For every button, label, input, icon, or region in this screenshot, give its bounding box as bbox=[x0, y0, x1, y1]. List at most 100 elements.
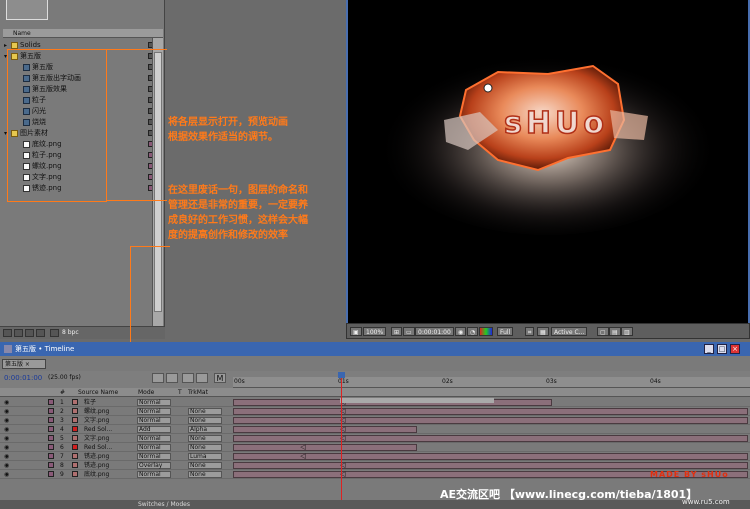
layer-label-swatch[interactable] bbox=[48, 462, 54, 468]
timeline-layer-row[interactable]: ◉ 8 锈迹.png Overlay None ◁ bbox=[0, 461, 750, 470]
close-button[interactable]: × bbox=[730, 344, 740, 354]
layer-label-swatch[interactable] bbox=[48, 417, 54, 423]
blend-mode-select[interactable]: Normal bbox=[137, 435, 171, 442]
new-comp-icon[interactable] bbox=[25, 329, 34, 337]
layer-name[interactable]: Red Sol... bbox=[84, 425, 112, 434]
layer-label-swatch[interactable] bbox=[48, 408, 54, 414]
draft-3d-icon[interactable] bbox=[166, 373, 178, 383]
bit-depth-icon[interactable] bbox=[50, 329, 59, 337]
zoom-select[interactable]: 100% bbox=[363, 327, 387, 336]
fast-previews-icon[interactable]: ▥ bbox=[621, 327, 633, 336]
layer-duration-bar[interactable] bbox=[233, 444, 418, 451]
track-matte-select[interactable]: None bbox=[188, 462, 222, 469]
show-snapshot-icon[interactable]: ◔ bbox=[467, 327, 479, 336]
safe-zones-icon[interactable]: ⊞ bbox=[391, 327, 403, 336]
layer-name[interactable]: 粒子 bbox=[84, 398, 96, 407]
channel-icon[interactable] bbox=[479, 327, 493, 336]
visibility-eye-icon[interactable]: ◉ bbox=[4, 470, 9, 479]
always-preview-icon[interactable]: ▣ bbox=[350, 327, 362, 336]
camera-select[interactable]: Active C... bbox=[551, 327, 588, 336]
layer-label-swatch[interactable] bbox=[48, 471, 54, 477]
current-time[interactable]: 0:00:01:00 bbox=[4, 374, 42, 382]
layer-label-swatch[interactable] bbox=[48, 453, 54, 459]
trash-icon[interactable] bbox=[36, 329, 45, 337]
visibility-eye-icon[interactable]: ◉ bbox=[4, 434, 9, 443]
blend-mode-select[interactable]: Normal bbox=[137, 453, 171, 460]
track-matte-select[interactable]: None bbox=[188, 471, 222, 478]
scroll-thumb[interactable] bbox=[154, 52, 162, 312]
source-name-column-label[interactable]: Source Name bbox=[78, 388, 118, 397]
track-matte-select[interactable]: None bbox=[188, 417, 222, 424]
frame-blend-icon[interactable] bbox=[196, 373, 208, 383]
region-of-interest-icon[interactable]: ⌗ bbox=[525, 327, 535, 336]
keyframe-icon[interactable]: ◁ bbox=[300, 452, 305, 461]
layer-label-swatch[interactable] bbox=[48, 444, 54, 450]
timeline-layer-row[interactable]: ◉ 5 文字.png Normal None ◁ bbox=[0, 434, 750, 443]
layer-label-swatch[interactable] bbox=[48, 399, 54, 405]
visibility-eye-icon[interactable]: ◉ bbox=[4, 443, 9, 452]
track-matte-select[interactable]: Alpha bbox=[188, 426, 222, 433]
layer-duration-bar[interactable] bbox=[233, 453, 748, 460]
resolution-select[interactable]: Full bbox=[497, 327, 514, 336]
switches-modes-toggle[interactable]: Switches / Modes bbox=[138, 501, 190, 508]
track-matte-select[interactable]: None bbox=[188, 435, 222, 442]
layer-name[interactable]: 锈迹.png bbox=[84, 461, 109, 470]
layer-label-swatch[interactable] bbox=[48, 426, 54, 432]
minimize-button[interactable]: _ bbox=[704, 344, 714, 354]
layer-name[interactable]: 底纹.png bbox=[84, 470, 109, 479]
hide-shy-icon[interactable] bbox=[182, 373, 194, 383]
blend-mode-select[interactable]: Normal bbox=[137, 444, 171, 451]
layer-name[interactable]: 文字.png bbox=[84, 416, 109, 425]
visibility-eye-icon[interactable]: ◉ bbox=[4, 452, 9, 461]
maximize-button[interactable]: □ bbox=[717, 344, 727, 354]
interpret-footage-icon[interactable] bbox=[3, 329, 12, 337]
blend-mode-select[interactable]: Normal bbox=[137, 408, 171, 415]
tab-comp[interactable]: 第五版 × bbox=[2, 359, 46, 369]
visibility-eye-icon[interactable]: ◉ bbox=[4, 407, 9, 416]
time-ruler[interactable]: 00s 01s 02s 03s 04s bbox=[233, 377, 750, 388]
mask-icon[interactable]: ▭ bbox=[403, 327, 415, 336]
timeline-layer-row[interactable]: ◉ 6 Red Sol... Normal None ◁ bbox=[0, 443, 750, 452]
blend-mode-select[interactable]: Normal bbox=[137, 417, 171, 424]
new-folder-icon[interactable] bbox=[14, 329, 23, 337]
layer-duration-bar[interactable] bbox=[233, 435, 748, 442]
pixel-aspect-icon[interactable]: ▤ bbox=[609, 327, 621, 336]
timeline-title-bar[interactable]: 第五版 • Timeline _ □ × bbox=[0, 342, 750, 356]
snapshot-icon[interactable]: ◉ bbox=[455, 327, 467, 336]
visibility-eye-icon[interactable]: ◉ bbox=[4, 398, 9, 407]
layer-name[interactable]: 锈迹.png bbox=[84, 452, 109, 461]
composition-viewer[interactable]: sHUo bbox=[346, 0, 750, 323]
timeline-layer-row[interactable]: ◉ 9 底纹.png Normal None ◁ bbox=[0, 470, 750, 479]
blend-mode-select[interactable]: Normal bbox=[137, 399, 171, 406]
layer-duration-bar[interactable] bbox=[233, 426, 418, 433]
layer-duration-bar[interactable] bbox=[233, 408, 748, 415]
project-scrollbar[interactable] bbox=[152, 38, 163, 326]
motion-blur-icon[interactable]: M bbox=[214, 373, 226, 383]
transparency-grid-icon[interactable]: ▦ bbox=[537, 327, 549, 336]
bpc-label[interactable]: 8 bpc bbox=[62, 329, 79, 336]
visibility-eye-icon[interactable]: ◉ bbox=[4, 416, 9, 425]
layer-name[interactable]: Red Sol... bbox=[84, 443, 112, 452]
view-layout-icon[interactable]: ▢ bbox=[597, 327, 609, 336]
live-update-icon[interactable] bbox=[152, 373, 164, 383]
timeline-layer-row[interactable]: ◉ 4 Red Sol... Add Alpha ◁ bbox=[0, 425, 750, 434]
layer-name[interactable]: 螺纹.png bbox=[84, 407, 109, 416]
timecode-display[interactable]: 0:00:01:00 bbox=[415, 327, 454, 336]
keyframe-icon[interactable]: ◁ bbox=[300, 443, 305, 452]
blend-mode-select[interactable]: Add bbox=[137, 426, 171, 433]
timeline-layer-row[interactable]: ◉ 2 螺纹.png Normal None ◁ bbox=[0, 407, 750, 416]
layer-label-swatch[interactable] bbox=[48, 435, 54, 441]
time-marker-head[interactable] bbox=[338, 372, 345, 378]
project-column-header[interactable]: Name bbox=[3, 29, 163, 38]
work-area-bar[interactable] bbox=[340, 398, 494, 403]
visibility-eye-icon[interactable]: ◉ bbox=[4, 461, 9, 470]
blend-mode-select[interactable]: Normal bbox=[137, 471, 171, 478]
visibility-eye-icon[interactable]: ◉ bbox=[4, 425, 9, 434]
track-matte-select[interactable]: Luma bbox=[188, 453, 222, 460]
layer-duration-bar[interactable] bbox=[233, 462, 748, 469]
layer-name[interactable]: 文字.png bbox=[84, 434, 109, 443]
blend-mode-select[interactable]: Overlay bbox=[137, 462, 171, 469]
timeline-layer-row[interactable]: ◉ 3 文字.png Normal None ◁ bbox=[0, 416, 750, 425]
timeline-layer-row[interactable]: ◉ 7 锈迹.png Normal Luma ◁ bbox=[0, 452, 750, 461]
track-matte-select[interactable]: None bbox=[188, 444, 222, 451]
